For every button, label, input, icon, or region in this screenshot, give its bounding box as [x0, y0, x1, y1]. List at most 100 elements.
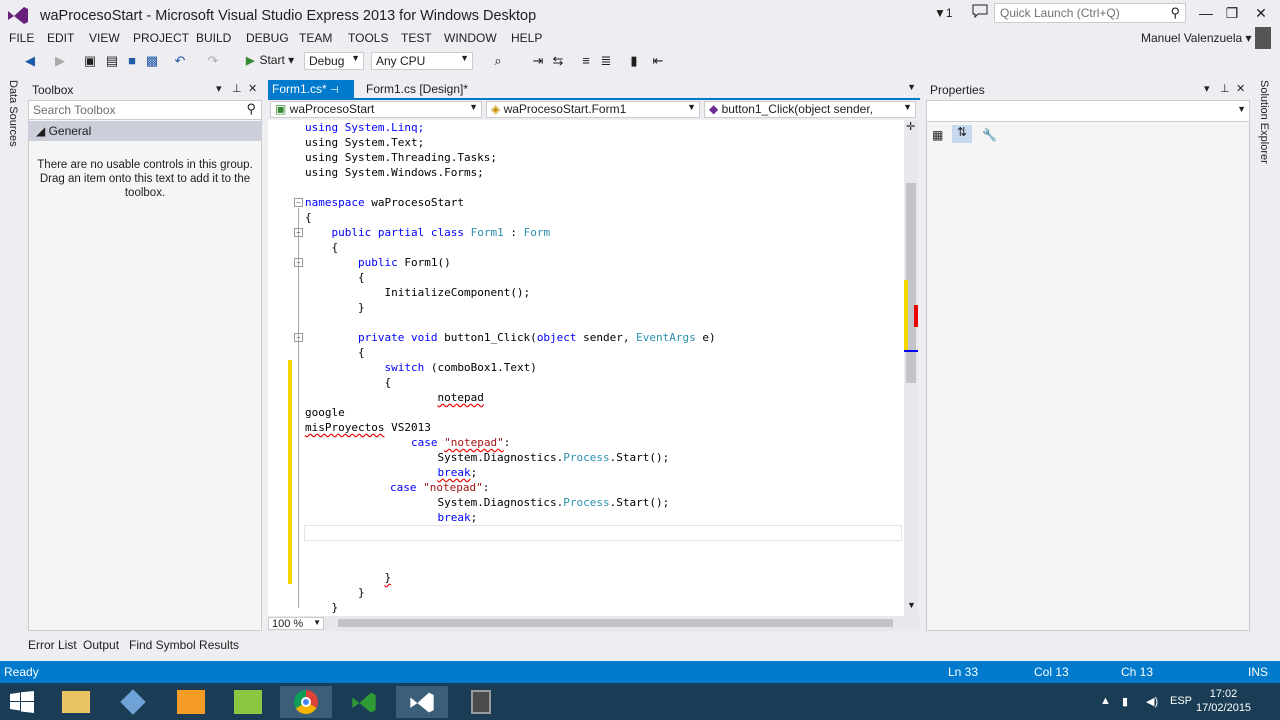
code-keyword: object: [536, 331, 577, 344]
menu-build[interactable]: BUILD: [196, 31, 231, 45]
editor-vertical-scrollbar[interactable]: ✛ ▼: [904, 120, 918, 616]
back-icon[interactable]: ◀: [22, 53, 38, 69]
code-type: Form: [523, 226, 551, 239]
chrome-icon[interactable]: [280, 686, 332, 718]
collapse-icon[interactable]: −: [294, 333, 303, 342]
tray-chevron-icon[interactable]: ▲: [1100, 695, 1111, 707]
class-select[interactable]: ◈ waProcesoStart.Form1 ▼: [486, 101, 700, 118]
redo-icon[interactable]: ↷: [205, 53, 221, 69]
platform-select[interactable]: Any CPU ▼: [371, 52, 473, 70]
close-button[interactable]: ✕: [1250, 4, 1272, 22]
volume-icon[interactable]: ◀): [1146, 695, 1158, 708]
visual-studio-icon[interactable]: [396, 686, 448, 718]
quick-launch-input[interactable]: Quick Launch (Ctrl+Q) ⚲: [994, 3, 1186, 23]
undo-icon[interactable]: ↶: [172, 53, 188, 69]
forward-icon[interactable]: ▶: [52, 53, 68, 69]
menu-file[interactable]: FILE: [9, 31, 34, 45]
collapse-icon[interactable]: −: [294, 258, 303, 267]
virtualbox-icon[interactable]: [107, 686, 159, 718]
pin-icon[interactable]: ⊣: [330, 85, 339, 96]
code-keyword: public partial class: [331, 226, 464, 239]
tab-output[interactable]: Output: [83, 638, 119, 652]
language-indicator[interactable]: ESP: [1170, 695, 1192, 707]
feedback-icon[interactable]: [972, 4, 988, 18]
collapse-triangle-icon: ◢: [36, 124, 49, 138]
pin-icon[interactable]: ⊥: [232, 82, 242, 95]
windows-start-icon[interactable]: [10, 691, 34, 713]
step-icon[interactable]: ⇥: [530, 53, 546, 69]
tab-form1-design[interactable]: Form1.cs [Design]*: [362, 80, 482, 100]
tab-find-symbol-results[interactable]: Find Symbol Results: [129, 638, 239, 652]
member-select[interactable]: ◆ button1_Click(object sender, EventAr ▼: [704, 101, 916, 118]
chevron-down-icon: ▼: [460, 53, 469, 63]
code-text: using System.Text;: [305, 136, 425, 149]
property-pages-icon[interactable]: 🔧: [982, 128, 997, 142]
collapse-icon[interactable]: −: [294, 228, 303, 237]
find-icon[interactable]: ⌕: [490, 53, 506, 69]
menu-view[interactable]: VIEW: [89, 31, 120, 45]
tab-error-list[interactable]: Error List: [28, 638, 77, 652]
new-project-icon[interactable]: ▣: [82, 53, 98, 69]
maximize-button[interactable]: ❐: [1221, 4, 1243, 22]
close-icon[interactable]: ✕: [248, 82, 257, 95]
network-icon[interactable]: ▮: [1122, 695, 1128, 708]
user-name[interactable]: Manuel Valenzuela ▾: [1141, 31, 1252, 45]
menu-test[interactable]: TEST: [401, 31, 432, 45]
solution-explorer-strip[interactable]: Solution Explorer: [1255, 78, 1277, 630]
configuration-select[interactable]: Debug ▼: [304, 52, 364, 70]
editor-horizontal-scrollbar[interactable]: 100 % ▼: [268, 616, 920, 631]
menu-team[interactable]: TEAM: [299, 31, 332, 45]
open-file-icon[interactable]: ▤: [104, 53, 120, 69]
menu-edit[interactable]: EDIT: [47, 31, 74, 45]
data-sources-strip[interactable]: Data Sources: [4, 78, 26, 630]
bookmark-prev-icon[interactable]: ⇤: [650, 53, 666, 69]
clock[interactable]: 17:02 17/02/2015: [1196, 687, 1251, 715]
code-line: break;: [305, 466, 477, 479]
comment-icon[interactable]: ≡: [578, 53, 594, 69]
chevron-down-icon: ▼: [903, 102, 912, 112]
bookmark-icon[interactable]: ▮: [626, 53, 642, 69]
toolbox-group-general[interactable]: ◢ General: [28, 121, 262, 141]
code-editor[interactable]: − − − − using System.Linq; using System.…: [268, 120, 904, 616]
collapse-icon[interactable]: −: [294, 198, 303, 207]
notepad-plus-plus-icon[interactable]: [222, 686, 274, 718]
code-line: break;: [305, 511, 477, 524]
zoom-select[interactable]: 100 % ▼: [268, 617, 324, 630]
dropdown-icon[interactable]: ▾: [216, 82, 222, 95]
pin-icon[interactable]: ⊥: [1220, 82, 1230, 95]
camtasia-icon[interactable]: [455, 686, 507, 718]
alphabetical-icon[interactable]: ⇅: [952, 125, 972, 143]
menu-project[interactable]: PROJECT: [133, 31, 189, 45]
visual-studio-green-icon[interactable]: [338, 686, 390, 718]
menu-window[interactable]: WINDOW: [444, 31, 497, 45]
close-icon[interactable]: ✕: [1236, 82, 1245, 95]
properties-object-select[interactable]: ▼: [926, 100, 1250, 122]
step-over-icon[interactable]: ⇆: [550, 53, 566, 69]
code-type: Process: [563, 496, 610, 509]
tab-form1-cs[interactable]: Form1.cs* ⊣ ✕: [268, 80, 354, 110]
tab-overflow-icon[interactable]: ▼: [907, 82, 916, 92]
project-select[interactable]: ▣ waProcesoStart ▼: [270, 101, 482, 118]
scroll-down-icon[interactable]: ▼: [907, 600, 916, 610]
toolbox-search-input[interactable]: Search Toolbox ⚲: [28, 100, 262, 120]
avatar[interactable]: [1255, 27, 1271, 49]
menu-help[interactable]: HELP: [511, 31, 542, 45]
notifications-flag[interactable]: ▼1: [934, 6, 953, 20]
minimize-button[interactable]: —: [1195, 4, 1217, 22]
save-all-icon[interactable]: ▩: [144, 53, 160, 69]
file-explorer-icon[interactable]: [50, 686, 102, 718]
code-text: (comboBox1.Text): [424, 361, 537, 374]
code-text: Form1(): [397, 256, 451, 269]
menu-tools[interactable]: TOOLS: [348, 31, 388, 45]
member-value: button1_Click(object sender, EventAr: [709, 102, 873, 117]
save-icon[interactable]: ■: [124, 53, 140, 69]
uncomment-icon[interactable]: ≣: [598, 53, 614, 69]
categorized-icon[interactable]: ▦: [932, 128, 943, 142]
horizontal-scroll-thumb[interactable]: [338, 619, 893, 627]
sublime-text-icon[interactable]: [165, 686, 217, 718]
dropdown-icon[interactable]: ▾: [1204, 82, 1210, 95]
split-icon[interactable]: ✛: [906, 120, 915, 133]
code-navigation-bar: ▣ waProcesoStart ▼ ◈ waProcesoStart.Form1…: [268, 100, 920, 119]
menu-debug[interactable]: DEBUG: [246, 31, 289, 45]
start-button[interactable]: ▶ Start ▾: [246, 53, 294, 67]
